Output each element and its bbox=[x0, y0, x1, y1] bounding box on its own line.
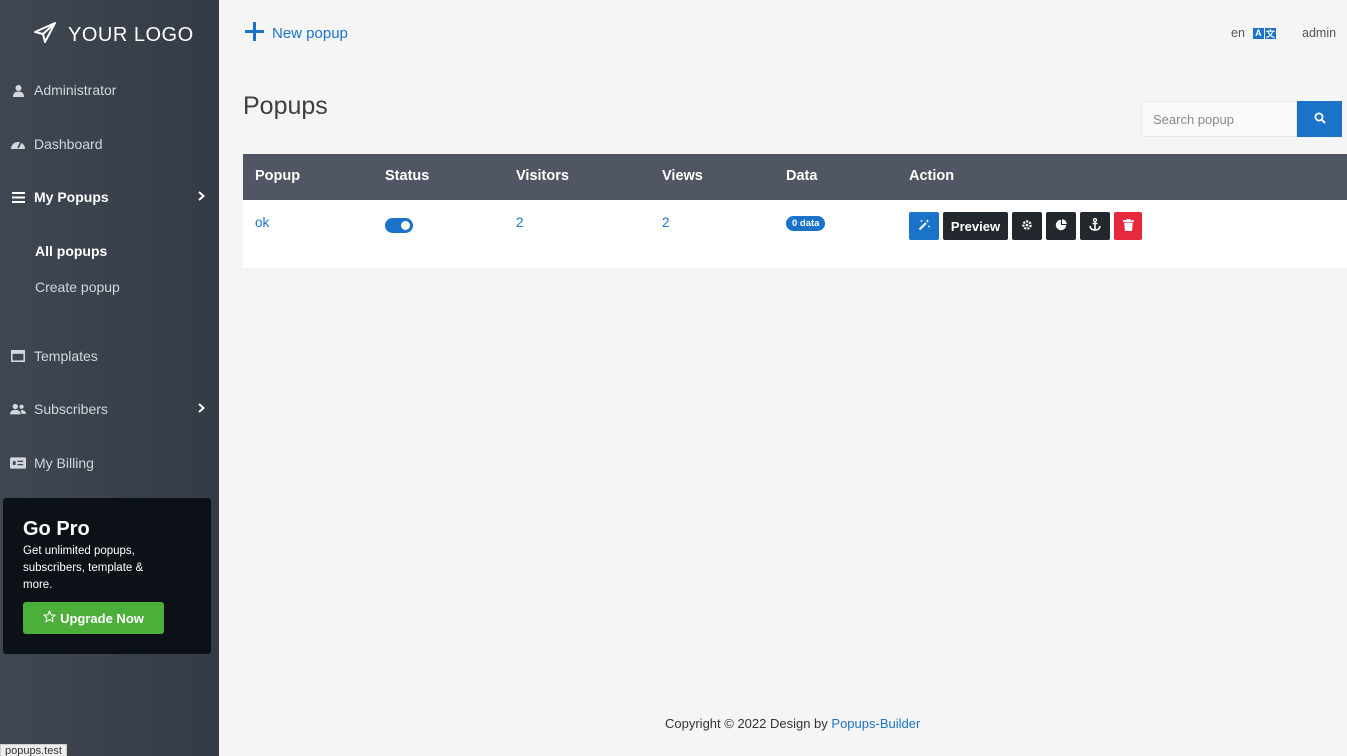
visitors-count[interactable]: 2 bbox=[516, 215, 524, 230]
language-switcher[interactable]: en A文 bbox=[1231, 26, 1276, 40]
preview-button[interactable]: Preview bbox=[943, 212, 1008, 240]
sidebar-item-label: Subscribers bbox=[34, 401, 108, 417]
logo[interactable]: YOUR LOGO bbox=[32, 20, 194, 51]
table-header: Popup Status Visitors Views Data Action bbox=[243, 154, 1347, 200]
sidebar-item-label: Templates bbox=[34, 348, 98, 364]
settings-button[interactable] bbox=[1012, 212, 1042, 240]
statistics-button[interactable] bbox=[1046, 212, 1076, 240]
status-toggle[interactable] bbox=[385, 218, 413, 233]
sidebar-item-label: Administrator bbox=[34, 82, 117, 98]
go-pro-text: Get unlimited popups, subscribers, templ… bbox=[23, 545, 144, 591]
window-icon bbox=[10, 349, 26, 363]
sidebar-item-my-popups[interactable]: My Popups bbox=[10, 189, 206, 205]
plus-icon bbox=[245, 22, 264, 45]
search-input[interactable] bbox=[1141, 101, 1297, 137]
status-bar-url: popups.test bbox=[0, 744, 67, 756]
delete-button[interactable] bbox=[1114, 212, 1142, 240]
column-header: Popup bbox=[255, 168, 301, 184]
trash-icon bbox=[1122, 218, 1134, 234]
embed-button[interactable] bbox=[1080, 212, 1110, 240]
popup-name-link[interactable]: ok bbox=[255, 215, 269, 230]
pie-chart-icon bbox=[1055, 218, 1067, 234]
paper-plane-icon bbox=[32, 20, 58, 51]
search-icon bbox=[1314, 112, 1326, 127]
sidebar-item-my-billing[interactable]: My Billing bbox=[10, 455, 205, 471]
popups-table: Popup Status Visitors Views Data Action … bbox=[243, 154, 1347, 268]
sidebar-item-label: My Popups bbox=[34, 189, 109, 205]
column-header: Data bbox=[786, 168, 818, 184]
gauge-icon bbox=[10, 137, 26, 151]
sidebar: YOUR LOGO Administrator Dashboard My Pop… bbox=[0, 0, 219, 756]
user-menu[interactable]: admin bbox=[1302, 26, 1336, 40]
page-title: Popups bbox=[243, 92, 328, 120]
footer-text: Copyright © 2022 Design by bbox=[665, 716, 832, 731]
search-form bbox=[1141, 101, 1342, 137]
data-badge[interactable]: 0 data bbox=[786, 216, 826, 231]
logo-text: YOUR LOGO bbox=[68, 24, 194, 46]
gear-icon bbox=[1021, 219, 1033, 234]
star-icon bbox=[43, 610, 56, 626]
user-secret-icon bbox=[10, 83, 26, 97]
edit-design-button[interactable] bbox=[909, 212, 939, 240]
search-button[interactable] bbox=[1297, 101, 1342, 137]
sidebar-item-dashboard[interactable]: Dashboard bbox=[10, 136, 205, 152]
translate-icon: A文 bbox=[1252, 27, 1276, 39]
sidebar-item-label: My Billing bbox=[34, 455, 94, 471]
footer-link[interactable]: Popups-Builder bbox=[831, 716, 920, 731]
list-icon bbox=[10, 190, 26, 204]
upgrade-now-label: Upgrade Now bbox=[60, 610, 144, 626]
users-icon bbox=[10, 402, 26, 416]
anchor-icon bbox=[1089, 217, 1101, 234]
column-header: Views bbox=[662, 168, 703, 184]
views-count[interactable]: 2 bbox=[662, 215, 670, 230]
column-header: Status bbox=[385, 168, 430, 184]
sidebar-subitem-create-popup[interactable]: Create popup bbox=[35, 279, 120, 295]
sidebar-item-label: Dashboard bbox=[34, 136, 103, 152]
sidebar-item-administrator[interactable]: Administrator bbox=[10, 82, 205, 98]
billing-icon bbox=[10, 456, 26, 470]
sidebar-item-templates[interactable]: Templates bbox=[10, 348, 205, 364]
chevron-right-icon bbox=[198, 190, 206, 204]
new-popup-link[interactable]: New popup bbox=[245, 22, 348, 45]
column-header: Visitors bbox=[516, 168, 569, 184]
go-pro-card: Go Pro Get unlimited popups, subscribers… bbox=[3, 498, 211, 654]
column-header: Action bbox=[909, 168, 955, 184]
upgrade-now-button[interactable]: Upgrade Now bbox=[23, 602, 164, 634]
new-popup-label: New popup bbox=[272, 25, 348, 42]
sidebar-item-subscribers[interactable]: Subscribers bbox=[10, 401, 206, 417]
magic-wand-icon bbox=[918, 218, 931, 234]
language-code: en bbox=[1231, 26, 1245, 40]
sidebar-subitem-all-popups[interactable]: All popups bbox=[35, 243, 107, 259]
footer: Copyright © 2022 Design by Popups-Builde… bbox=[665, 716, 920, 731]
chevron-right-icon bbox=[198, 402, 206, 416]
go-pro-title: Go Pro bbox=[23, 518, 90, 540]
